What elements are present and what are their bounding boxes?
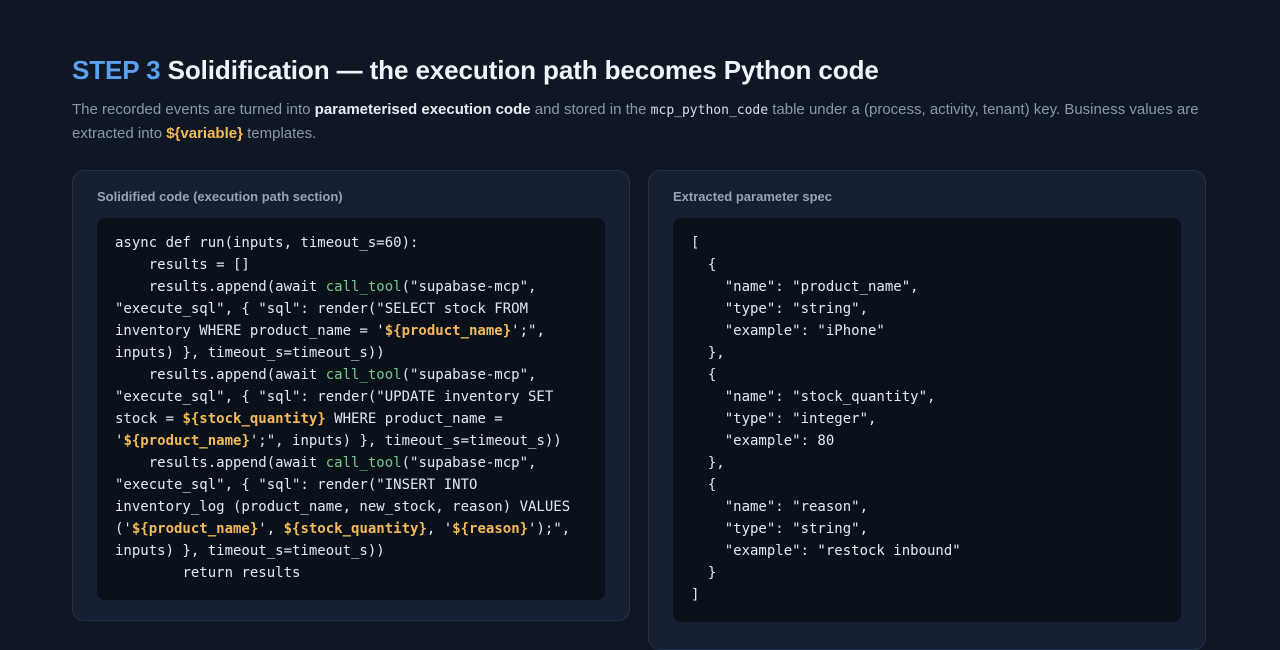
code-template-variable: ${reason} <box>452 521 529 537</box>
code-function-name: call_tool <box>325 455 402 471</box>
panel-title: Solidified code (execution path section) <box>97 189 343 204</box>
panel-title: Extracted parameter spec <box>673 189 832 204</box>
code-text: ', <box>258 521 284 537</box>
solidified-code-block: async def run(inputs, timeout_s=60): res… <box>97 218 605 600</box>
parameter-spec-panel: Extracted parameter spec [ { "name": "pr… <box>648 170 1206 650</box>
page-title: STEP 3 Solidification — the execution pa… <box>72 54 1208 86</box>
code-function-name: call_tool <box>325 367 402 383</box>
code-template-variable: ${stock_quantity} <box>182 411 326 427</box>
description-bold: parameterised execution code <box>314 101 531 118</box>
description-text-1: The recorded events are turned into <box>72 101 315 118</box>
code-template-variable: ${stock_quantity} <box>283 521 427 537</box>
description-text-2: and stored in the <box>530 101 651 118</box>
description-variable: ${variable} <box>166 125 243 142</box>
description-text-4: templates. <box>242 125 317 142</box>
code-function-name: call_tool <box>325 279 402 295</box>
step-section: STEP 3 Solidification — the execution pa… <box>72 54 1208 145</box>
code-template-variable: ${product_name} <box>131 521 259 537</box>
parameter-spec-code-block: [ { "name": "product_name", "type": "str… <box>673 218 1181 622</box>
solidified-code-panel: Solidified code (execution path section)… <box>72 170 630 621</box>
code-template-variable: ${product_name} <box>123 433 250 449</box>
step-description: The recorded events are turned into para… <box>72 98 1208 145</box>
description-table-name: mcp_python_code <box>650 103 769 118</box>
code-text: , ' <box>426 521 453 537</box>
step-label: STEP 3 <box>72 55 161 85</box>
step-title: Solidification — the execution path beco… <box>167 55 879 85</box>
code-template-variable: ${product_name} <box>384 323 512 339</box>
